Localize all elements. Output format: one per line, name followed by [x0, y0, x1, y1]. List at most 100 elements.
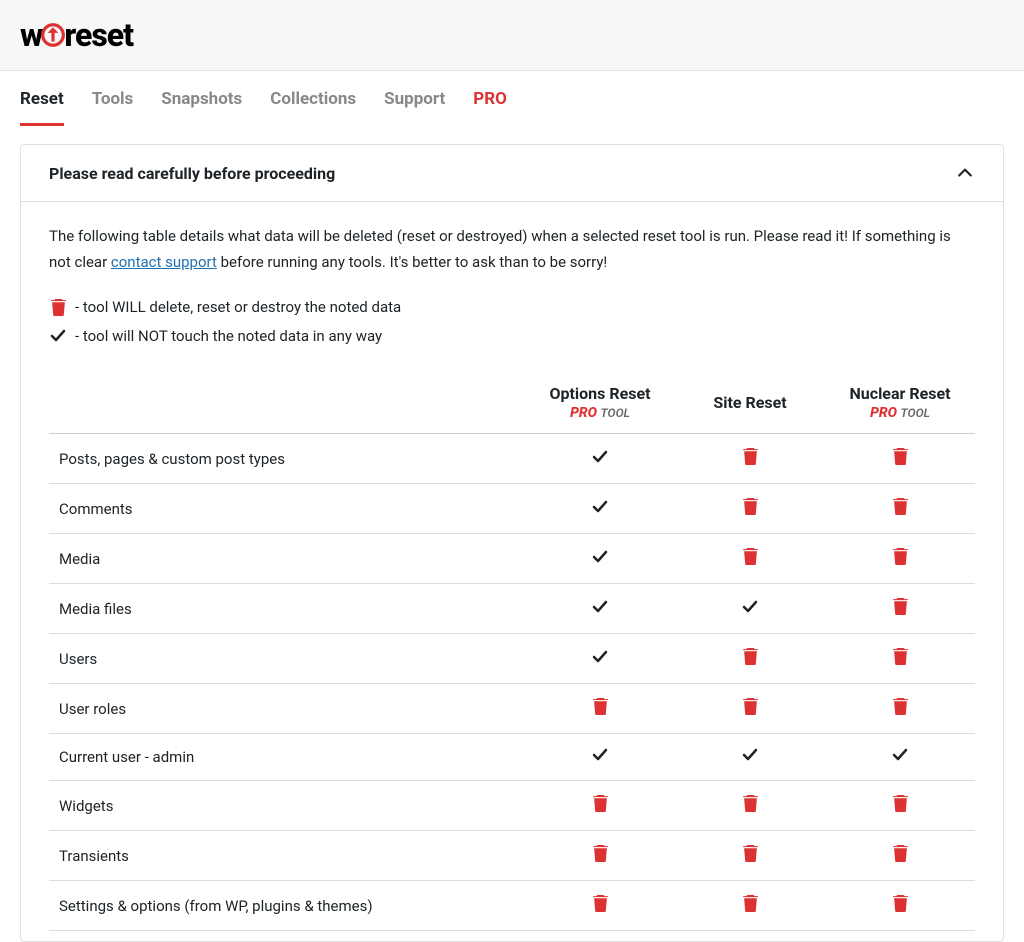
row-label: Users	[49, 634, 525, 684]
row-cell	[525, 881, 675, 931]
trash-icon	[593, 701, 608, 719]
table-row: Posts, pages & custom post types	[49, 434, 975, 484]
table-row: Media files	[49, 584, 975, 634]
table-row: Media	[49, 534, 975, 584]
row-cell	[825, 734, 975, 781]
check-icon	[49, 329, 67, 343]
row-cell	[825, 584, 975, 634]
check-icon	[892, 748, 908, 766]
row-cell	[825, 781, 975, 831]
check-icon	[592, 748, 608, 766]
trash-icon	[49, 299, 67, 316]
row-cell	[675, 831, 825, 881]
row-cell	[825, 534, 975, 584]
trash-icon	[893, 651, 908, 669]
row-cell	[525, 484, 675, 534]
table-header-col-1: Site Reset	[675, 378, 825, 434]
table-row: Widgets	[49, 781, 975, 831]
logo-arrow-icon	[40, 22, 66, 48]
intro-text: The following table details what data wi…	[49, 224, 975, 275]
row-cell	[825, 634, 975, 684]
trash-icon	[743, 701, 758, 719]
panel-body: The following table details what data wi…	[21, 202, 1003, 941]
trash-icon	[743, 451, 758, 469]
reset-comparison-table: Options ResetPRO TOOLSite ResetNuclear R…	[49, 378, 975, 931]
pro-tool-tag: PRO TOOL	[535, 405, 665, 421]
row-cell	[525, 584, 675, 634]
row-cell	[825, 684, 975, 734]
row-cell	[525, 534, 675, 584]
trash-icon	[893, 848, 908, 866]
row-cell	[675, 434, 825, 484]
legend: - tool WILL delete, reset or destroy the…	[49, 293, 975, 350]
trash-icon	[743, 651, 758, 669]
tab-pro[interactable]: PRO	[473, 89, 507, 126]
row-cell	[675, 584, 825, 634]
trash-icon	[893, 501, 908, 519]
table-header-col-0: Options ResetPRO TOOL	[525, 378, 675, 434]
row-cell	[525, 831, 675, 881]
table-row: User roles	[49, 684, 975, 734]
trash-icon	[893, 798, 908, 816]
row-cell	[525, 634, 675, 684]
row-cell	[825, 881, 975, 931]
row-cell	[525, 781, 675, 831]
pro-tool-tag: PRO TOOL	[835, 405, 965, 421]
header-bar: wreset	[0, 0, 1024, 71]
row-cell	[675, 534, 825, 584]
row-label: Media files	[49, 584, 525, 634]
row-cell	[525, 734, 675, 781]
check-icon	[742, 600, 758, 618]
table-row: Users	[49, 634, 975, 684]
row-label: Comments	[49, 484, 525, 534]
tab-tools[interactable]: Tools	[92, 89, 134, 126]
row-cell	[675, 484, 825, 534]
trash-icon	[893, 601, 908, 619]
table-row: Comments	[49, 484, 975, 534]
tab-support[interactable]: Support	[384, 89, 445, 126]
check-icon	[592, 500, 608, 518]
check-icon	[592, 600, 608, 618]
row-cell	[675, 684, 825, 734]
row-label: Media	[49, 534, 525, 584]
trash-icon	[893, 451, 908, 469]
trash-icon	[743, 848, 758, 866]
row-label: Widgets	[49, 781, 525, 831]
table-row: Transients	[49, 831, 975, 881]
tab-reset[interactable]: Reset	[20, 89, 64, 126]
info-panel: Please read carefully before proceeding …	[20, 144, 1004, 942]
table-row: Settings & options (from WP, plugins & t…	[49, 881, 975, 931]
chevron-up-icon	[955, 163, 975, 183]
table-header-col-2: Nuclear ResetPRO TOOL	[825, 378, 975, 434]
trash-icon	[893, 898, 908, 916]
row-cell	[675, 781, 825, 831]
tabs: Reset Tools Snapshots Collections Suppor…	[0, 71, 1024, 126]
check-icon	[742, 748, 758, 766]
panel-title: Please read carefully before proceeding	[49, 164, 335, 183]
row-cell	[675, 881, 825, 931]
table-row: Current user - admin	[49, 734, 975, 781]
contact-support-link[interactable]: contact support	[111, 253, 217, 271]
check-icon	[592, 650, 608, 668]
row-cell	[525, 434, 675, 484]
trash-icon	[593, 848, 608, 866]
trash-icon	[743, 898, 758, 916]
panel-header[interactable]: Please read carefully before proceeding	[21, 145, 1003, 202]
check-icon	[592, 450, 608, 468]
trash-icon	[893, 551, 908, 569]
row-label: Posts, pages & custom post types	[49, 434, 525, 484]
table-header-empty	[49, 378, 525, 434]
row-cell	[825, 484, 975, 534]
row-label: Current user - admin	[49, 734, 525, 781]
row-cell	[675, 634, 825, 684]
table-body: Posts, pages & custom post typesComments…	[49, 434, 975, 931]
tab-collections[interactable]: Collections	[270, 89, 356, 126]
table-header-row: Options ResetPRO TOOLSite ResetNuclear R…	[49, 378, 975, 434]
logo: wreset	[20, 16, 133, 54]
row-cell	[675, 734, 825, 781]
tab-snapshots[interactable]: Snapshots	[161, 89, 242, 126]
row-label: Settings & options (from WP, plugins & t…	[49, 881, 525, 931]
legend-delete: - tool WILL delete, reset or destroy the…	[49, 293, 975, 322]
row-cell	[525, 684, 675, 734]
legend-keep: - tool will NOT touch the noted data in …	[49, 322, 975, 351]
